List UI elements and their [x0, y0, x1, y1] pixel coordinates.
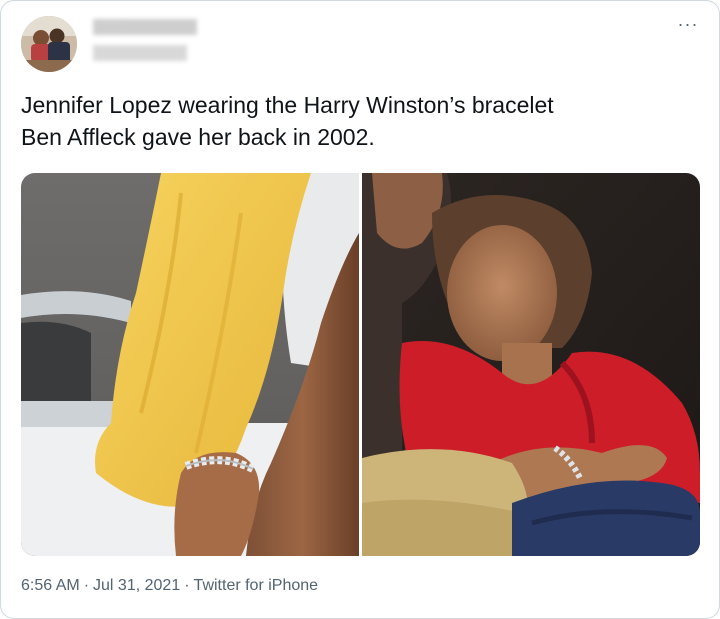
- meta-separator: ·: [184, 577, 190, 594]
- photo-couple[interactable]: [362, 173, 700, 556]
- tweet-meta: 6:56 AM · Jul 31, 2021 · Twitter for iPhone: [21, 577, 318, 595]
- photo-bracelet-closeup[interactable]: [21, 173, 359, 556]
- tweet-card: ··· Jennifer Lopez wearing the Harry Win…: [0, 0, 720, 619]
- avatar[interactable]: [21, 16, 77, 72]
- tweet-time[interactable]: 6:56 AM: [21, 577, 80, 594]
- tweet-source[interactable]: Twitter for iPhone: [194, 577, 319, 594]
- tweet-media: [21, 173, 700, 556]
- author-name-blurred[interactable]: [93, 19, 197, 35]
- more-horizontal-icon: ···: [677, 14, 699, 34]
- more-options-button[interactable]: ···: [675, 14, 701, 37]
- tweet-date[interactable]: Jul 31, 2021: [93, 577, 180, 594]
- meta-separator: ·: [83, 577, 90, 594]
- author-handle-blurred[interactable]: [93, 45, 187, 61]
- tweet-text: Jennifer Lopez wearing the Harry Winston…: [21, 92, 554, 150]
